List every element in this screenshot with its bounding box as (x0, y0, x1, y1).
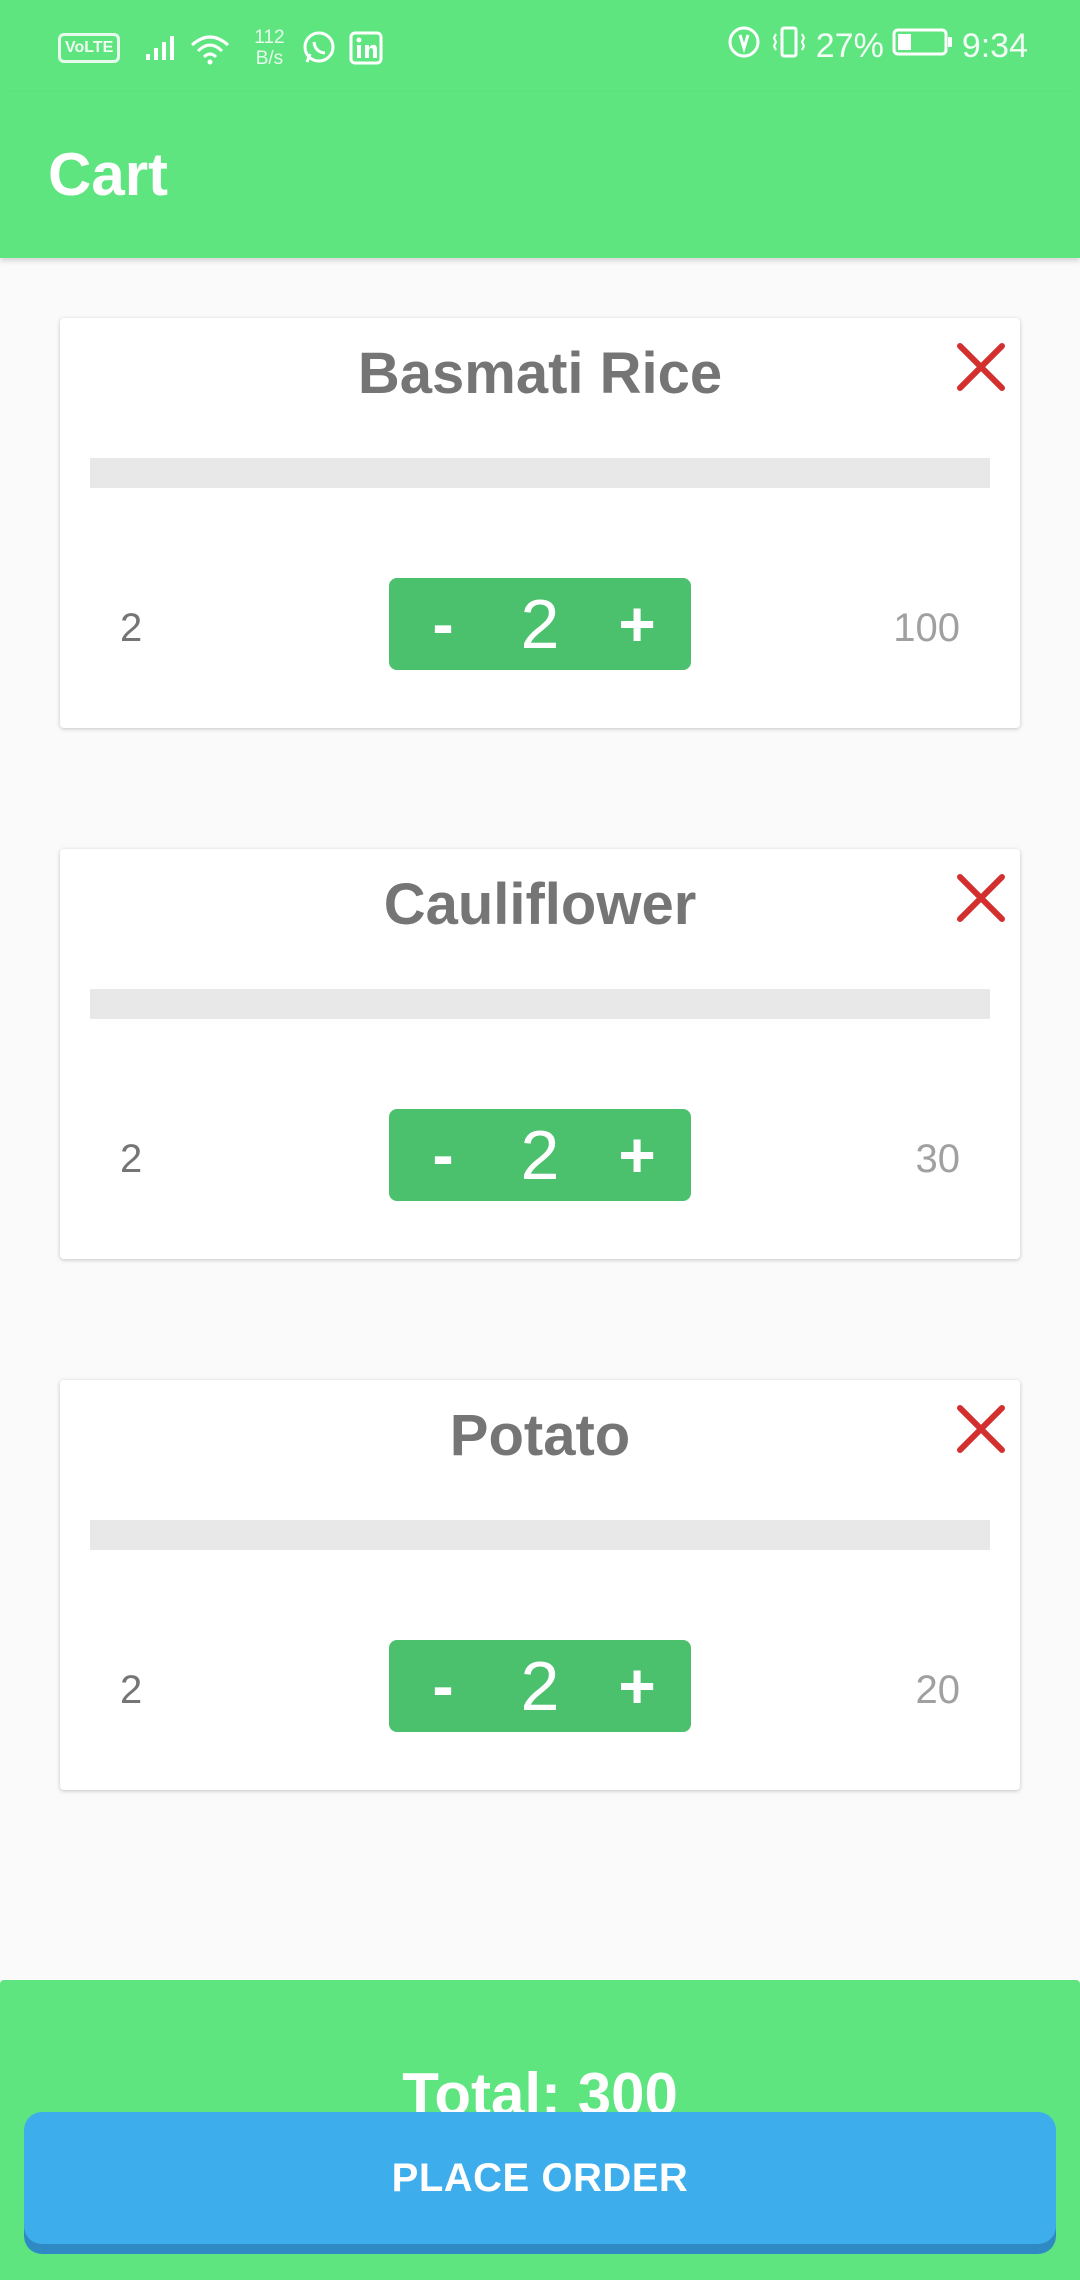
speed-value: 112 (254, 27, 285, 48)
item-quantity: 2 (120, 1137, 143, 1181)
network-speed: 112 B/s (254, 27, 284, 69)
wifi-icon (188, 31, 232, 65)
quantity-stepper: - 2 + (389, 1640, 691, 1732)
decrement-button[interactable]: - (417, 1640, 469, 1732)
place-order-button[interactable]: PLACE ORDER (24, 2112, 1056, 2244)
decrement-button[interactable]: - (417, 1109, 469, 1201)
item-image-placeholder (90, 1520, 990, 1550)
quantity-stepper: - 2 + (389, 578, 691, 670)
item-image-placeholder (90, 458, 990, 488)
page-title: Cart (48, 141, 169, 208)
increment-button[interactable]: + (611, 1640, 663, 1732)
quantity-stepper: - 2 + (389, 1109, 691, 1201)
increment-button[interactable]: + (611, 1109, 663, 1201)
status-right: 27% 9:34 (718, 22, 1028, 70)
stepper-value: 2 (520, 585, 560, 663)
item-quantity: 2 (120, 606, 143, 650)
battery-icon (892, 27, 954, 66)
item-name: Potato (449, 1403, 631, 1468)
speed-unit: B/s (255, 48, 284, 69)
decrement-button[interactable]: - (417, 578, 469, 670)
increment-button[interactable]: + (611, 578, 663, 670)
remove-item-close-icon[interactable] (954, 871, 1008, 925)
app-bar: Cart (0, 92, 1080, 258)
item-name: Cauliflower (383, 872, 697, 937)
item-price: 100 (893, 606, 960, 650)
battery-percent: 27% (815, 26, 884, 65)
item-price: 30 (915, 1137, 961, 1181)
remove-item-close-icon[interactable] (954, 340, 1008, 394)
cart-item-card: Potato 2 - 2 + 20 (60, 1380, 1020, 1790)
status-left: VoLTE 112 B/s (58, 24, 395, 72)
clock: 9:34 (961, 26, 1028, 65)
volte-badge: VoLTE (58, 33, 121, 63)
data-saver-icon (726, 24, 762, 69)
signal-icon (144, 34, 178, 62)
cart-item-card: Basmati Rice 2 - 2 + 100 (60, 318, 1020, 728)
remove-item-close-icon[interactable] (954, 1402, 1008, 1456)
vibrate-icon (770, 24, 808, 69)
whatsapp-icon (301, 30, 337, 66)
checkout-panel: Total: 300 PLACE ORDER (0, 1980, 1080, 2280)
status-bar: VoLTE 112 B/s 27% 9:34 (0, 0, 1080, 92)
item-price: 20 (915, 1668, 961, 1712)
item-name: Basmati Rice (357, 341, 723, 406)
stepper-value: 2 (520, 1647, 560, 1725)
linkedin-icon (349, 31, 383, 65)
item-quantity: 2 (120, 1668, 143, 1712)
item-image-placeholder (90, 989, 990, 1019)
stepper-value: 2 (520, 1116, 560, 1194)
cart-item-card: Cauliflower 2 - 2 + 30 (60, 849, 1020, 1259)
